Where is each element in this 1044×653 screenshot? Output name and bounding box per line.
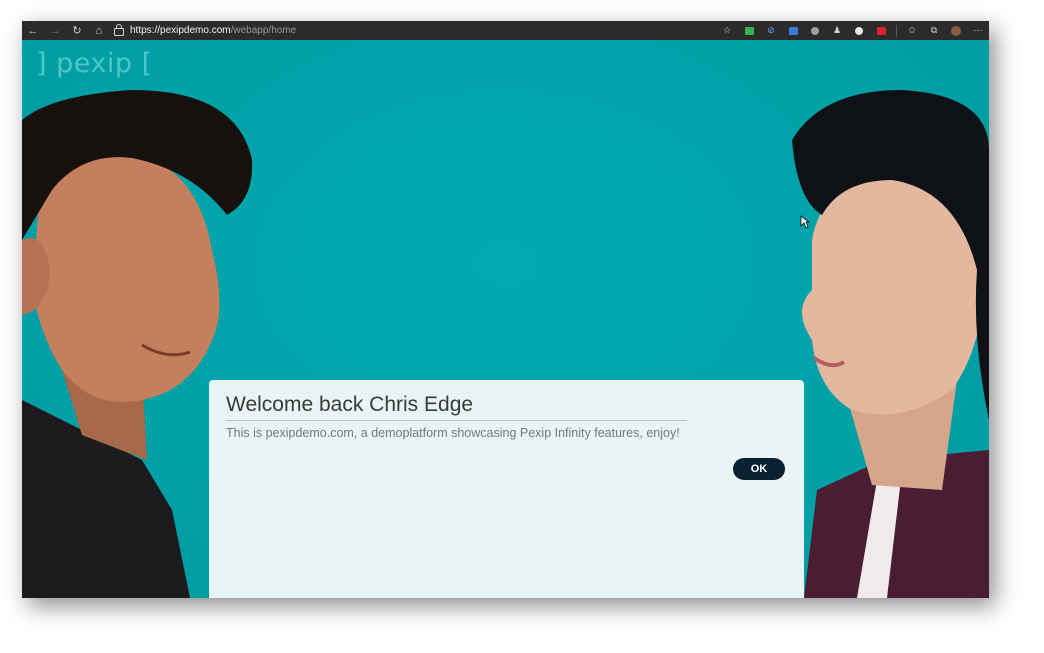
reload-button[interactable]: ↻ bbox=[66, 21, 88, 40]
pexip-logo: ] pexip [ bbox=[36, 48, 153, 79]
browser-toolbar: ← → ↻ ⌂ https://pexipdemo.com/webapp/hom… bbox=[22, 21, 989, 40]
lock-icon bbox=[114, 24, 124, 36]
home-button[interactable]: ⌂ bbox=[88, 21, 110, 40]
home-icon: ⌂ bbox=[95, 24, 103, 37]
collections-icon[interactable]: ⧉ bbox=[923, 21, 945, 40]
url-host: https://pexipdemo.com bbox=[130, 25, 231, 36]
dialog-title: Welcome back Chris Edge bbox=[226, 393, 474, 416]
circle-extension-icon[interactable] bbox=[848, 21, 870, 40]
toolbar-divider bbox=[896, 24, 897, 37]
more-icon[interactable]: ⋯ bbox=[967, 21, 989, 40]
welcome-dialog: Welcome back Chris Edge This is pexipdem… bbox=[209, 380, 804, 598]
back-button[interactable]: ← bbox=[22, 21, 44, 40]
star-add-icon[interactable]: ☆ bbox=[716, 21, 738, 40]
color-extension-icon[interactable] bbox=[804, 21, 826, 40]
mouse-cursor-icon bbox=[800, 215, 810, 229]
dialog-message: This is pexipdemo.com, a demoplatform sh… bbox=[226, 426, 680, 440]
person-extension-icon[interactable]: ♟ bbox=[826, 21, 848, 40]
url-path: /webapp/home bbox=[230, 25, 297, 36]
green-extension-icon[interactable] bbox=[738, 21, 760, 40]
man-face bbox=[32, 154, 220, 402]
extensions-area: ☆ ⊘ ♟ ✩ ⧉ ⋯ bbox=[716, 21, 989, 40]
link-extension-icon[interactable]: ⊘ bbox=[760, 21, 782, 40]
back-arrow-icon: ← bbox=[27, 24, 39, 37]
reload-icon: ↻ bbox=[72, 25, 82, 37]
forward-arrow-icon: → bbox=[49, 24, 61, 37]
page-viewport: ] pexip [ Welcome back Chris Edge This i… bbox=[22, 40, 989, 598]
dialog-divider bbox=[226, 420, 687, 421]
ok-button[interactable]: OK bbox=[733, 458, 785, 480]
favorites-icon[interactable]: ✩ bbox=[901, 21, 923, 40]
grid-extension-icon[interactable] bbox=[782, 21, 804, 40]
browser-window: ← → ↻ ⌂ https://pexipdemo.com/webapp/hom… bbox=[22, 21, 989, 598]
red-extension-icon[interactable] bbox=[870, 21, 892, 40]
forward-button[interactable]: → bbox=[44, 21, 66, 40]
address-bar[interactable]: https://pexipdemo.com/webapp/home bbox=[114, 21, 296, 40]
profile-avatar[interactable] bbox=[945, 21, 967, 40]
